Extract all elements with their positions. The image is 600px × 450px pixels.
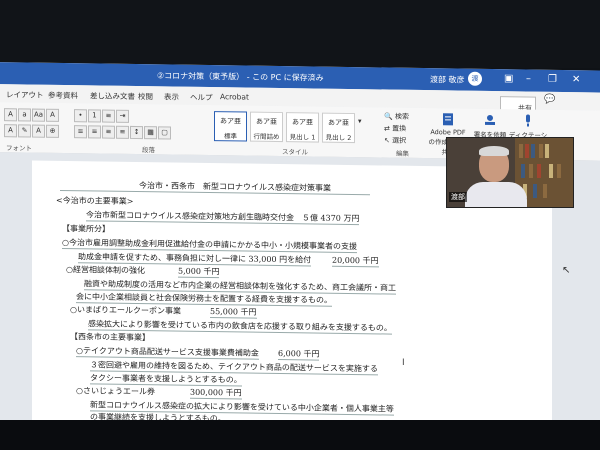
group-style-label: スタイル [282, 148, 308, 157]
avatar[interactable]: 渡 [468, 71, 482, 86]
highlight-icon[interactable]: ✎ [18, 124, 31, 138]
amount: 20,000 千円 [332, 254, 379, 268]
amount: 5,000 千円 [178, 265, 220, 279]
ribbon-display-icon[interactable]: ▣ [504, 73, 513, 84]
tab-help[interactable]: ヘルプ [190, 92, 213, 103]
style-name: 行間詰め [253, 132, 280, 142]
mouse-pointer-icon: ↖ [562, 265, 571, 276]
close-icon[interactable]: ✕ [572, 74, 580, 85]
style-preview: あア亜 [256, 117, 277, 126]
minimize-icon[interactable]: – [526, 73, 531, 84]
replace-button[interactable]: ⇄ 置換 [384, 123, 406, 133]
pdf-icon [443, 113, 453, 126]
section-heading: <今治市の主要事業> [56, 195, 134, 206]
doc-line: ○さいじょうエール券 [76, 386, 155, 397]
find-button[interactable]: 🔍 検索 [384, 111, 409, 121]
tab-acrobat[interactable]: Acrobat [220, 92, 249, 101]
doc-line: 今治市新型コロナウイルス感染症対策地方創生臨時交付金 ５億 4370 万円 [86, 209, 360, 226]
request-signature-button[interactable]: 署名を依頼 [470, 113, 510, 140]
multilevel-icon[interactable]: ≡ [102, 109, 115, 123]
amount: 55,000 千円 [210, 306, 257, 319]
select-label: 選択 [392, 136, 407, 145]
document-title: 今治市・西条市 新型コロナウイルス感染症対策事業 [60, 178, 370, 196]
doc-line: ○経営相談体制の強化 [66, 265, 145, 276]
char-shading-icon[interactable]: A [32, 124, 45, 138]
borders-icon[interactable]: ▢ [158, 126, 171, 140]
style-preview: あア亜 [328, 118, 349, 127]
align-right-icon[interactable]: ≡ [102, 125, 115, 139]
justify-icon[interactable]: ≡ [116, 125, 129, 139]
enclose-char-icon[interactable]: ⊕ [46, 124, 59, 138]
style-heading-1[interactable]: あア亜 見出し 1 [286, 112, 319, 143]
bullets-icon[interactable]: • [74, 109, 87, 123]
style-normal[interactable]: あア亜 標準 [214, 111, 247, 142]
signature-icon [485, 114, 495, 126]
document-title: ②コロナ対策（東予版） - この PC に保存済み [157, 71, 324, 83]
tab-view[interactable]: 表示 [164, 91, 179, 102]
indent-icon[interactable]: ⇥ [116, 109, 129, 123]
tab-review[interactable]: 校閲 [138, 91, 153, 102]
word-window: ②コロナ対策（東予版） - この PC に保存済み 渡部 敬彦 渡 ▣ – ❐ … [0, 62, 600, 431]
shading-icon[interactable]: ▦ [144, 126, 157, 140]
participant-hair [479, 146, 509, 156]
user-name: 渡部 敬彦 [430, 75, 465, 85]
restore-icon[interactable]: ❐ [548, 74, 557, 85]
style-heading-2[interactable]: あア亜 見出し 2 [322, 112, 355, 144]
text-cursor-icon: I [402, 358, 405, 368]
monitor-bezel-bottom [0, 420, 600, 450]
doc-line: タクシー事業者を支援しようとするもの。 [90, 372, 242, 387]
style-name: 標準 [224, 132, 237, 141]
microphone-icon [526, 114, 530, 127]
participant-name: 渡部 [449, 192, 467, 202]
select-button[interactable]: ↖ 選択 [384, 135, 406, 145]
participant-body [465, 182, 527, 207]
replace-label: 置換 [392, 124, 407, 133]
align-left-icon[interactable]: ≡ [74, 125, 87, 139]
font-color-icon[interactable]: A [4, 124, 17, 138]
align-center-icon[interactable]: ≡ [88, 125, 101, 139]
section-heading: 【西条市の主要事業】 [70, 332, 150, 343]
group-edit-label: 編集 [396, 149, 409, 158]
group-font-label: フォント [6, 144, 32, 153]
font-shrink-icon[interactable]: a [18, 108, 31, 122]
tab-references[interactable]: 参考資料 [48, 90, 78, 101]
monitor-bezel-top [0, 0, 600, 68]
numbering-icon[interactable]: 1 [88, 109, 101, 123]
change-case-icon[interactable]: Aa [32, 108, 45, 122]
tab-mailings[interactable]: 差し込み文書 [90, 90, 135, 102]
group-paragraph-label: 段落 [142, 146, 155, 155]
style-gallery-more-icon[interactable]: ▾ [358, 117, 362, 125]
font-grow-icon[interactable]: A [4, 108, 17, 122]
clear-format-icon[interactable]: A [46, 108, 59, 122]
comment-icon[interactable]: 💬 [544, 95, 555, 105]
style-no-spacing[interactable]: あア亜 行間詰め [250, 111, 283, 143]
style-name: 見出し 2 [325, 133, 352, 143]
line-spacing-icon[interactable]: ↕ [130, 125, 143, 140]
amount: 300,000 千円 [190, 386, 242, 400]
doc-line: ○いまばりエールクーポン事業 [70, 305, 181, 316]
video-call-overlay[interactable]: 渡部 [446, 137, 574, 208]
style-preview: あア亜 [220, 117, 241, 126]
amount: 6,000 千円 [278, 347, 320, 361]
tab-layout[interactable]: レイアウト [6, 89, 44, 101]
doc-line: ○テイクアウト商品配送サービス支援事業費補助金 [76, 345, 259, 360]
style-name: 見出し 1 [289, 133, 316, 142]
section-heading: 【事業所分】 [62, 223, 110, 234]
find-label: 検索 [394, 112, 409, 121]
style-preview: あア亜 [292, 118, 313, 127]
